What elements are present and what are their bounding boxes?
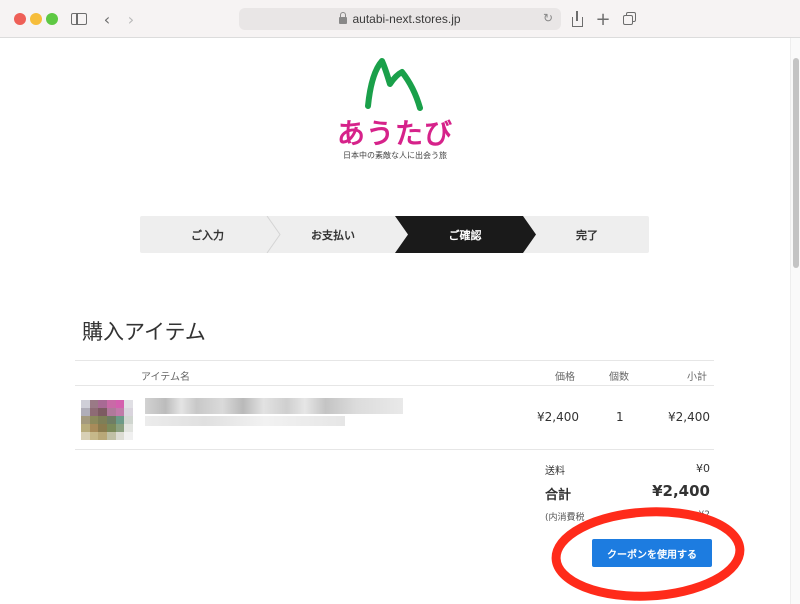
page-scrollbar[interactable] — [790, 38, 800, 604]
total-label: 合計 — [545, 488, 572, 503]
browser-toolbar: ‹ › autabi-next.stores.jp ↻ + — [0, 0, 800, 38]
item-name-redacted — [145, 398, 405, 428]
shipping-label: 送料 — [545, 466, 565, 477]
new-tab-icon[interactable]: + — [595, 8, 611, 30]
share-icon[interactable] — [569, 8, 585, 30]
step-confirm: ご確認 — [448, 228, 482, 242]
header-qty: 個数 — [609, 372, 629, 383]
store-logo[interactable]: あうたび 日本中の素敵な人に出会う旅 — [330, 56, 460, 166]
minimize-window-button[interactable] — [30, 13, 42, 25]
scrollbar-thumb[interactable] — [793, 58, 799, 268]
item-thumbnail[interactable] — [81, 400, 133, 440]
step-input: ご入力 — [191, 228, 224, 242]
zoom-window-button[interactable] — [46, 13, 58, 25]
logo-tagline: 日本中の素敵な人に出会う旅 — [343, 151, 447, 160]
table-header: アイテム名 価格 個数 小計 — [75, 360, 714, 386]
logo-text: あうたび — [336, 117, 453, 150]
item-price: ¥2,400 — [537, 410, 579, 424]
item-subtotal: ¥2,400 — [668, 410, 710, 424]
section-title: 購入アイテム — [82, 320, 206, 344]
address-bar-url: autabi-next.stores.jp — [352, 12, 461, 26]
shipping-value: ¥0 — [696, 462, 710, 475]
close-window-button[interactable] — [14, 13, 26, 25]
sidebar-toggle-icon[interactable] — [70, 8, 88, 30]
tab-overview-icon[interactable] — [621, 8, 637, 30]
highlight-annotation — [551, 507, 745, 601]
header-price: 価格 — [555, 372, 575, 383]
header-subtotal: 小計 — [687, 372, 707, 383]
step-payment: お支払い — [311, 228, 355, 242]
forward-icon[interactable]: › — [124, 8, 138, 30]
lock-icon — [339, 11, 348, 24]
table-row: ¥2,400 1 ¥2,400 — [75, 386, 714, 450]
total-value: ¥2,400 — [652, 482, 710, 500]
header-item-name: アイテム名 — [141, 372, 190, 383]
step-complete: 完了 — [576, 228, 598, 242]
mountain-logo-icon — [365, 58, 423, 111]
checkout-steps: ご入力 お支払い ご確認 完了 — [140, 216, 649, 253]
reload-icon[interactable]: ↻ — [543, 11, 553, 25]
address-bar[interactable]: autabi-next.stores.jp ↻ — [239, 8, 561, 30]
item-quantity: 1 — [616, 410, 624, 424]
back-icon[interactable]: ‹ — [100, 8, 114, 30]
